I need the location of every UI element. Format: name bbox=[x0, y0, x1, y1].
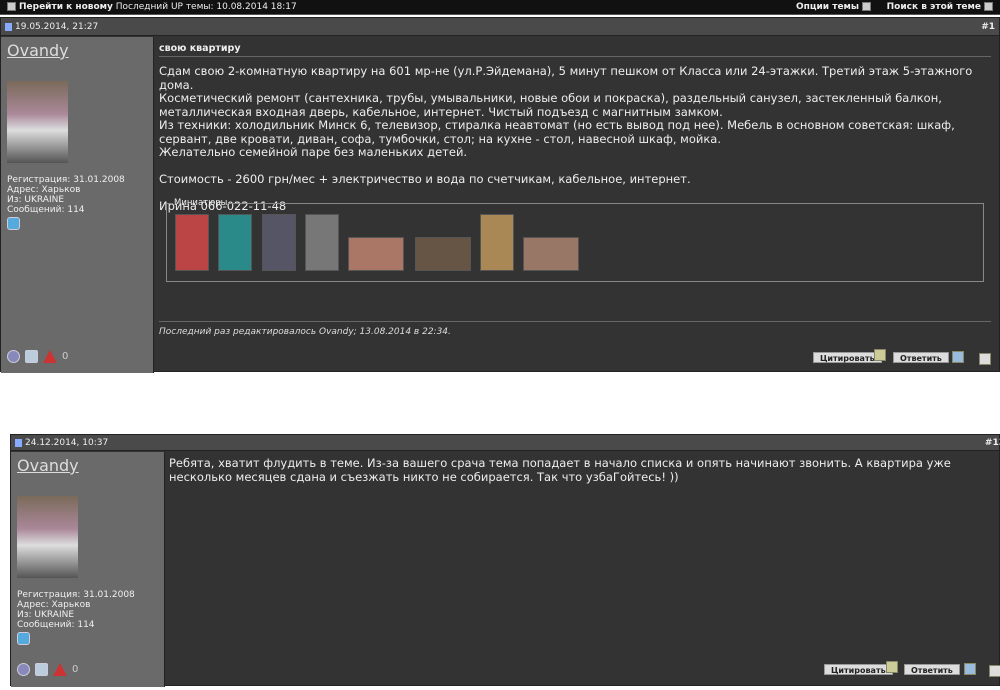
registration-date: Регистрация: 31.01.2008 bbox=[7, 175, 125, 185]
address: Адрес: Харьков bbox=[7, 185, 81, 195]
post-number[interactable]: #1 bbox=[981, 18, 995, 36]
search-thread-menu[interactable]: Поиск в этой теме bbox=[887, 2, 981, 12]
messenger-icon[interactable] bbox=[7, 217, 20, 230]
user-info: Ovandy Регистрация: 31.01.2008 Адрес: Ха… bbox=[11, 452, 165, 687]
address: Адрес: Харьков bbox=[17, 600, 91, 610]
thread-toolbar: Перейти к новому Последний UP темы: 10.0… bbox=[0, 0, 1000, 15]
user-info: Ovandy Регистрация: 31.01.2008 Адрес: Ха… bbox=[1, 37, 154, 373]
goto-new-link[interactable]: Перейти к новому bbox=[19, 2, 113, 12]
post-header: 19.05.2014, 21:27 #1 bbox=[1, 18, 999, 36]
post-1: 19.05.2014, 21:27 #1 Ovandy Регистрация: … bbox=[0, 17, 1000, 373]
scroll-top-icon[interactable] bbox=[979, 353, 991, 365]
avatar bbox=[17, 496, 78, 578]
multi-quote-icon[interactable] bbox=[886, 661, 898, 673]
reputation-scales-icon[interactable] bbox=[35, 663, 48, 676]
thumbnail[interactable] bbox=[175, 214, 209, 271]
thumbnail[interactable] bbox=[523, 237, 579, 271]
avatar bbox=[7, 81, 68, 163]
last-up-text: Последний UP темы: 10.08.2014 18:17 bbox=[115, 2, 297, 12]
report-warning-icon[interactable] bbox=[43, 350, 57, 363]
post-title: свою квартиру bbox=[159, 43, 241, 54]
messenger-icon[interactable] bbox=[17, 632, 30, 645]
quote-button[interactable]: Цитировать bbox=[813, 352, 882, 363]
post-icon bbox=[15, 438, 22, 447]
reputation-scales-icon[interactable] bbox=[25, 350, 38, 363]
post-message: Сдам свою 2-комнатную квартиру на 601 мр… bbox=[159, 64, 973, 213]
ip-icon: 0 bbox=[62, 351, 69, 362]
dropdown-icon[interactable] bbox=[984, 2, 993, 11]
thumbnail[interactable] bbox=[305, 214, 339, 271]
username-link[interactable]: Ovandy bbox=[17, 456, 79, 475]
thumbnail[interactable] bbox=[218, 214, 252, 271]
country: Из: UKRAINE bbox=[7, 195, 65, 205]
scroll-top-icon[interactable] bbox=[989, 665, 1000, 677]
country: Из: UKRAINE bbox=[17, 610, 75, 620]
message-count: Сообщений: 114 bbox=[7, 205, 85, 215]
edit-note: Последний раз редактировалось Ovandy; 13… bbox=[159, 327, 451, 337]
private-message-icon[interactable] bbox=[964, 663, 976, 675]
message-count: Сообщений: 114 bbox=[17, 620, 95, 630]
post-number[interactable]: #13 bbox=[985, 435, 1000, 451]
username-link[interactable]: Ovandy bbox=[7, 41, 69, 60]
quote-button[interactable]: Цитировать bbox=[824, 664, 893, 675]
reply-button[interactable]: Ответить bbox=[893, 352, 949, 363]
post-header: 24.12.2014, 10:37 #13 bbox=[11, 435, 1000, 451]
thumbnail[interactable] bbox=[480, 214, 514, 271]
post-13: 24.12.2014, 10:37 #13 Ovandy Регистрация:… bbox=[10, 434, 1000, 687]
thumbnail[interactable] bbox=[262, 214, 296, 271]
report-warning-icon[interactable] bbox=[53, 663, 67, 676]
status-online-icon bbox=[7, 350, 20, 363]
ip-icon: 0 bbox=[72, 664, 79, 675]
registration-date: Регистрация: 31.01.2008 bbox=[17, 590, 135, 600]
status-online-icon bbox=[17, 663, 30, 676]
thumbnails-label: Миниатюры bbox=[174, 198, 228, 208]
multi-quote-icon[interactable] bbox=[874, 349, 886, 361]
post-date: 19.05.2014, 21:27 bbox=[15, 22, 99, 32]
thumbnail[interactable] bbox=[415, 237, 471, 271]
dropdown-icon[interactable] bbox=[862, 2, 872, 11]
thread-options-menu[interactable]: Опции темы bbox=[796, 2, 859, 12]
post-date: 24.12.2014, 10:37 bbox=[25, 438, 109, 448]
reply-button[interactable]: Ответить bbox=[904, 664, 960, 675]
post-icon bbox=[5, 22, 12, 31]
thumbnail[interactable] bbox=[348, 237, 404, 271]
post-message: Ребята, хватит флудить в теме. Из-за ваш… bbox=[169, 456, 951, 484]
arrow-down-icon bbox=[7, 2, 16, 11]
private-message-icon[interactable] bbox=[952, 351, 964, 363]
